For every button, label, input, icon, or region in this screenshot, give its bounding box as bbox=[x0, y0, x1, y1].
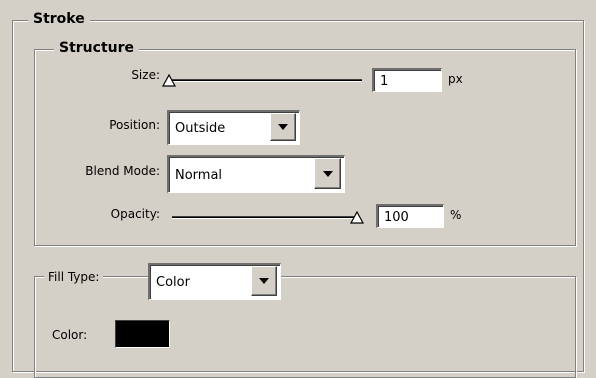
position-selected-value: Outside bbox=[175, 121, 226, 136]
color-label: Color: bbox=[52, 328, 88, 342]
size-slider-thumb-icon[interactable] bbox=[162, 74, 176, 88]
size-slider-track bbox=[170, 79, 362, 82]
opacity-slider-track bbox=[172, 216, 358, 219]
size-slider[interactable] bbox=[162, 68, 362, 90]
opacity-unit: % bbox=[450, 208, 462, 222]
fill-type-selected-value: Color bbox=[156, 275, 190, 290]
color-swatch[interactable] bbox=[115, 320, 170, 348]
opacity-slider-thumb-icon[interactable] bbox=[350, 211, 364, 225]
chevron-down-icon bbox=[278, 124, 288, 130]
fill-type-label: Fill Type: bbox=[44, 270, 104, 284]
structure-title: Structure bbox=[54, 40, 140, 56]
opacity-input[interactable]: 100 bbox=[376, 204, 444, 228]
size-unit: px bbox=[448, 72, 463, 86]
fill-type-dropdown-button[interactable] bbox=[251, 266, 277, 296]
size-label: Size: bbox=[131, 68, 160, 82]
position-label: Position: bbox=[109, 118, 160, 132]
stroke-title: Stroke bbox=[28, 11, 90, 27]
opacity-slider[interactable] bbox=[172, 205, 372, 227]
opacity-label: Opacity: bbox=[110, 207, 160, 221]
position-dropdown-button[interactable] bbox=[270, 113, 296, 141]
blend-mode-label: Blend Mode: bbox=[85, 164, 160, 178]
chevron-down-icon bbox=[259, 278, 269, 284]
blend-mode-selected-value: Normal bbox=[175, 168, 223, 183]
chevron-down-icon bbox=[322, 170, 333, 177]
blend-mode-dropdown-button[interactable] bbox=[314, 158, 341, 189]
size-input[interactable]: 1 bbox=[372, 68, 442, 92]
